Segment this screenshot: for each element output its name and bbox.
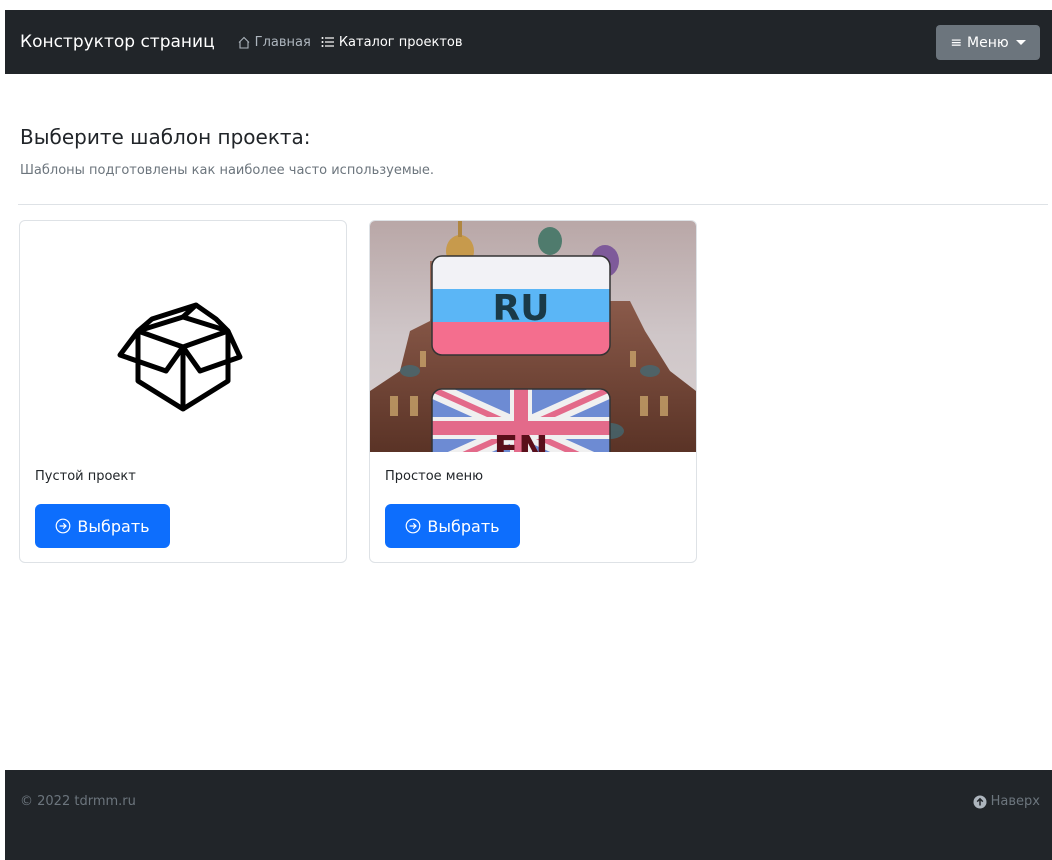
hamburger-icon: ≡ (950, 34, 963, 51)
ru-flag-text: RU (493, 288, 550, 329)
list-icon (321, 37, 334, 47)
church-photo: RU EN (370, 221, 696, 470)
card-image: RU EN (370, 221, 696, 470)
page-subtitle: Шаблоны подготовлены как наиболее часто … (20, 163, 435, 178)
back-to-top-label: Наверх (990, 794, 1040, 809)
footer: © 2022 tdrmm.ru Наверх (5, 770, 1052, 860)
card-title: Простое меню (385, 469, 484, 484)
box-icon (117, 302, 243, 412)
template-card-simple-menu: RU EN Простое меню Выбрать (369, 220, 697, 563)
select-button[interactable]: Выбрать (385, 504, 520, 548)
ru-flag: RU (431, 255, 611, 356)
navbar: Конструктор страниц Главная Каталог прое… (5, 10, 1052, 74)
page-title: Выберите шаблон проекта: (20, 125, 311, 149)
en-flag: EN (431, 388, 611, 470)
nav-link-catalog[interactable]: Каталог проектов (321, 35, 463, 50)
arrow-right-circle-icon (56, 518, 71, 534)
arrow-up-circle-icon (973, 795, 987, 808)
select-button-label: Выбрать (427, 516, 500, 536)
select-button[interactable]: Выбрать (35, 504, 170, 548)
template-card-empty: Пустой проект Выбрать (19, 220, 347, 563)
navbar-brand[interactable]: Конструктор страниц (20, 32, 215, 52)
arrow-right-circle-icon (406, 518, 421, 534)
divider (18, 204, 1048, 205)
caret-down-icon (1015, 40, 1026, 45)
nav-link-home-label: Главная (254, 34, 311, 50)
copyright: © 2022 tdrmm.ru (20, 794, 136, 809)
select-button-label: Выбрать (77, 516, 150, 536)
card-image (20, 221, 346, 452)
nav-link-home[interactable]: Главная (237, 35, 311, 50)
menu-button-label: Меню (967, 34, 1009, 51)
en-flag-text: EN (494, 429, 549, 452)
back-to-top-link[interactable]: Наверх (973, 794, 1040, 809)
card-title: Пустой проект (35, 469, 136, 484)
page: Конструктор страниц Главная Каталог прое… (5, 10, 1052, 860)
menu-dropdown-button[interactable]: ≡ Меню (936, 25, 1040, 60)
nav-link-catalog-label: Каталог проектов (338, 34, 463, 50)
house-icon (238, 36, 250, 49)
